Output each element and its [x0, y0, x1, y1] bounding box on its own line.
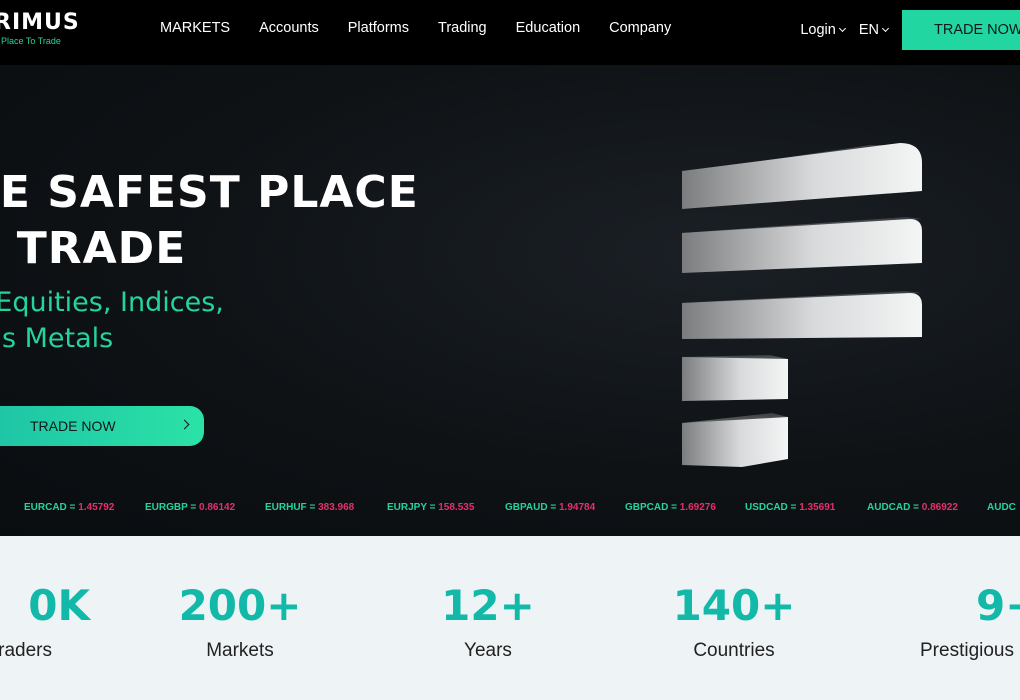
stat-years: 12+ Years [428, 580, 548, 662]
chevron-down-icon [881, 24, 890, 32]
ticker-item[interactable]: EURJPY = 158.535 [387, 502, 474, 513]
chevron-right-icon [179, 419, 190, 430]
language-label: EN [858, 22, 879, 38]
logo-tagline: t Place To Trade [0, 36, 61, 46]
ticker-symbol: EURGBP [145, 502, 188, 513]
stat-number: 12+ [441, 581, 535, 630]
hero-subtitle-line-2: cious Metals [0, 323, 114, 354]
ticker-item[interactable]: AUDCAD = 0.86922 [867, 502, 958, 513]
hero-title-line-2: O TRADE [0, 223, 187, 274]
nav-trade-now-button[interactable]: TRADE NOW [902, 10, 1020, 50]
menu-platforms[interactable]: Platforms [348, 20, 409, 36]
ticker-value: 1.45792 [78, 502, 115, 513]
hero-title-line-1: HE SAFEST PLACE [0, 167, 419, 218]
ticker-item[interactable]: EURCAD = 1.45792 [24, 502, 114, 513]
logo[interactable]: RIMUS t Place To Trade [0, 11, 80, 47]
stat-number: 9+ [976, 581, 1020, 630]
ticker-equals: = [66, 502, 79, 513]
menu-trading[interactable]: Trading [438, 20, 487, 36]
login-label: Login [800, 22, 836, 38]
ticker-equals: = [426, 502, 439, 513]
logo-title: RIMUS [0, 10, 80, 35]
stat-awards: 9+ Prestigious [920, 580, 1020, 662]
ticker-item[interactable]: EURGBP = 0.86142 [145, 502, 235, 513]
ticker-value: 1.94784 [559, 502, 596, 513]
ticker-value: 158.535 [438, 502, 475, 513]
ticker-value: 1.35691 [799, 502, 836, 513]
hero-cta-label: TRADE NOW [30, 418, 116, 434]
stat-number: 200+ [178, 581, 302, 630]
ticker-value: 0.86142 [199, 502, 236, 513]
ticker-value: 0.86922 [921, 502, 958, 513]
ticker-item[interactable]: EURHUF = 383.968 [265, 502, 354, 513]
main-menu: MARKETS Accounts Platforms Trading Educa… [160, 20, 700, 36]
ticker-symbol: USDCAD [745, 502, 788, 513]
stat-countries: 140+ Countries [664, 580, 804, 662]
ticker-symbol: EURCAD [24, 502, 67, 513]
hero-section: HE SAFEST PLACE O TRADE ex, Equities, In… [0, 65, 1020, 536]
ticker-item[interactable]: GBPCAD = 1.69276 [625, 502, 716, 513]
stat-label: Prestigious [920, 640, 1014, 661]
ticker-symbol: EURJPY [387, 502, 427, 513]
stats-section: 0K raders 200+ Markets 12+ Years 140+ Co… [0, 536, 1020, 700]
ticker-equals: = [910, 502, 922, 513]
ticker-equals: = [668, 502, 680, 513]
menu-accounts[interactable]: Accounts [259, 20, 319, 36]
stat-number: 0K [28, 581, 90, 630]
stat-traders: 0K raders [0, 580, 90, 662]
ticker-item[interactable]: USDCAD = 1.35691 [745, 502, 835, 513]
ticker-equals: = [547, 502, 559, 513]
menu-company[interactable]: Company [609, 20, 671, 36]
hero-trade-now-button[interactable]: TRADE NOW [0, 406, 204, 446]
ticker-symbol: AUDCAD [867, 502, 911, 513]
ticker-symbol: EURHUF [265, 502, 307, 513]
ticker-equals: = [306, 502, 319, 513]
stat-number: 140+ [672, 581, 796, 630]
ticker-equals: = [187, 502, 200, 513]
hero-title: HE SAFEST PLACE O TRADE [0, 165, 419, 277]
language-dropdown[interactable]: EN [858, 22, 890, 38]
ticker-item[interactable]: GBPAUD = 1.94784 [505, 502, 595, 513]
ticker-value: 1.69276 [679, 502, 716, 513]
chevron-down-icon [838, 24, 846, 32]
menu-education[interactable]: Education [516, 20, 581, 36]
ticker-symbol: GBPCAD [625, 502, 669, 513]
stat-label: Markets [206, 640, 274, 661]
login-dropdown[interactable]: Login [800, 22, 846, 38]
ticker-item[interactable]: AUDC [987, 502, 1016, 513]
stat-markets: 200+ Markets [170, 580, 310, 662]
nav-right: Login EN TRADE NOW [800, 10, 1020, 50]
ticker-value: 383.968 [318, 502, 355, 513]
price-ticker: EURCAD = 1.45792 EURGBP = 0.86142 EURHUF… [0, 502, 1020, 522]
ticker-symbol: AUDC [987, 502, 1016, 513]
top-nav: RIMUS t Place To Trade MARKETS Accounts … [0, 0, 1020, 65]
hero-subtitle-line-1: ex, Equities, Indices, [0, 287, 224, 318]
stat-label: Years [464, 640, 512, 661]
stat-label: raders [0, 640, 52, 661]
ticker-symbol: GBPAUD [505, 502, 548, 513]
menu-markets[interactable]: MARKETS [160, 20, 230, 36]
hero-subtitle: ex, Equities, Indices, cious Metals [0, 285, 224, 357]
primus-emblem-icon [682, 143, 922, 467]
ticker-equals: = [787, 502, 800, 513]
stat-label: Countries [693, 640, 775, 661]
